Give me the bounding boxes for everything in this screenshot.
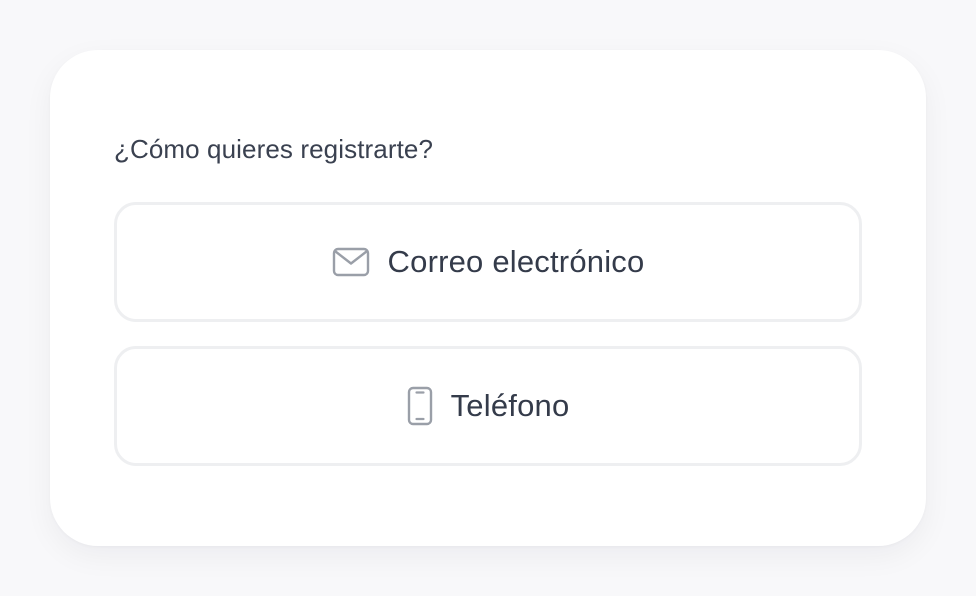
- phone-signup-label: Teléfono: [450, 388, 570, 423]
- email-signup-label: Correo electrónico: [387, 244, 645, 279]
- mail-icon: [332, 247, 370, 277]
- email-signup-button[interactable]: Correo electrónico: [114, 202, 862, 322]
- signup-method-card: ¿Cómo quieres registrarte? Correo electr…: [50, 50, 926, 546]
- smartphone-icon: [407, 386, 433, 426]
- signup-question: ¿Cómo quieres registrarte?: [114, 134, 434, 164]
- phone-signup-button[interactable]: Teléfono: [114, 346, 862, 466]
